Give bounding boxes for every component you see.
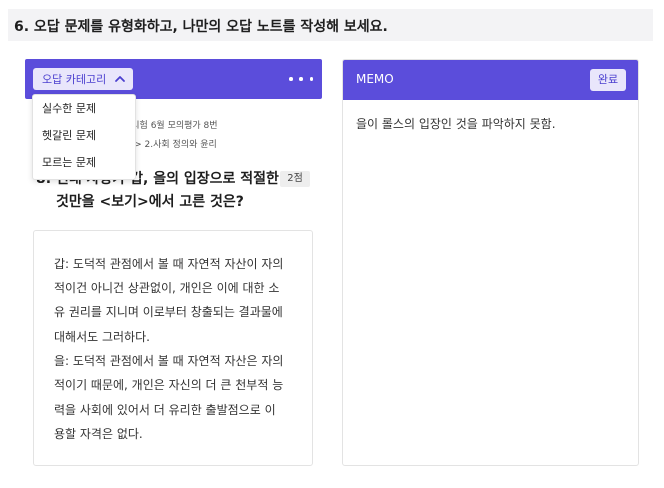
question-text-line2: 것만을 <보기>에서 고른 것은? <box>56 194 244 210</box>
memo-toolbar: MEMO 완료 <box>343 60 638 100</box>
unit-path: 리 > 2.사회 정의와 윤리 <box>123 140 217 150</box>
passage-line: 적이건 아니건 상관없이, 개인은 이에 대한 소 <box>54 281 280 295</box>
points-badge: 2점 <box>280 171 310 187</box>
passage-line: 유 권리를 지니며 이로부터 창출되는 결과물에 <box>54 305 283 319</box>
passage-box: 갑: 도덕적 관점에서 볼 때 자연적 자산이 자의 적이건 아니건 상관없이,… <box>33 230 313 466</box>
category-option-mistake[interactable]: 실수한 문제 <box>33 95 135 122</box>
passage-line: 력을 사회에 있어서 더 유리한 출발점으로 이 <box>54 403 276 417</box>
category-label: 오답 카테고리 <box>42 73 107 86</box>
done-button[interactable]: 완료 <box>590 69 626 91</box>
instruction-title: 6. 오답 문제를 유형화하고, 나만의 오답 노트를 작성해 보세요. <box>14 19 388 35</box>
memo-title: MEMO <box>356 72 394 86</box>
chevron-up-icon <box>115 76 126 82</box>
passage-line: 갑: 도덕적 관점에서 볼 때 자연적 자산이 자의 <box>54 257 284 271</box>
passage-line: 을: 도덕적 관점에서 볼 때 자연적 자산은 자의 <box>54 354 284 368</box>
passage-line: 용할 자격은 없다. <box>54 427 143 441</box>
memo-card: MEMO 완료 을이 롤스의 입장인 것을 파악하지 못함. <box>342 59 639 466</box>
passage-line: 적이기 때문에, 개인은 자신의 더 큰 천부적 능 <box>54 378 284 392</box>
category-option-confused[interactable]: 헷갈린 문제 <box>33 122 135 149</box>
exam-source: 력시험 6월 모의평가 8번 <box>123 121 218 131</box>
card-toolbar: 오답 카테고리 <box>25 59 322 99</box>
category-dropdown-button[interactable]: 오답 카테고리 <box>33 68 133 90</box>
category-option-unknown[interactable]: 모르는 문제 <box>33 149 135 176</box>
memo-text[interactable]: 을이 롤스의 입장인 것을 파악하지 못함. <box>356 115 556 132</box>
more-options-icon[interactable] <box>289 72 313 86</box>
passage-line: 대해서도 그러하다. <box>54 330 150 344</box>
category-dropdown-menu: 실수한 문제 헷갈린 문제 모르는 문제 <box>32 94 136 180</box>
